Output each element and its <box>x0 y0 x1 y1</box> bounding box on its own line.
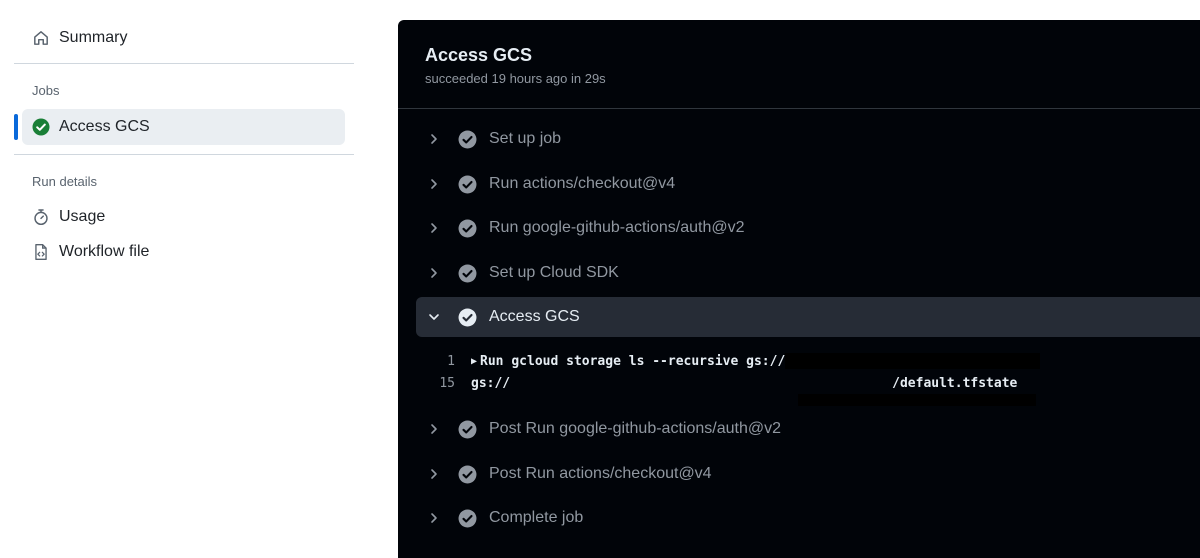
sidebar-item-summary[interactable]: Summary <box>22 20 345 56</box>
step-row[interactable]: Set up job <box>416 119 1200 159</box>
job-title: Access GCS <box>425 45 533 65</box>
check-circle-icon <box>458 264 477 283</box>
expand-triangle-icon[interactable]: ▶ <box>471 356 477 367</box>
sidebar-item-label: Summary <box>59 29 128 46</box>
check-circle-icon <box>458 509 477 528</box>
step-row-expanded[interactable]: Access GCS <box>416 297 1200 337</box>
step-label: Post Run google-github-actions/auth@v2 <box>489 420 781 437</box>
line-number: 15 <box>439 375 455 391</box>
step-label: Set up Cloud SDK <box>489 264 619 281</box>
sidebar-item-label: Usage <box>59 208 106 225</box>
step-row[interactable]: Run google-github-actions/auth@v2 <box>416 208 1200 248</box>
chevron-right-icon <box>427 511 441 525</box>
stopwatch-icon <box>32 208 50 226</box>
redacted-region <box>510 375 893 391</box>
step-label: Complete job <box>489 509 584 526</box>
jobs-heading: Jobs <box>32 83 60 98</box>
line-number: 1 <box>447 353 455 369</box>
step-label: Set up job <box>489 130 562 147</box>
chevron-right-icon <box>427 132 441 146</box>
log-line-text: gs:// <box>471 375 511 391</box>
step-row[interactable]: Set up Cloud SDK <box>416 253 1200 293</box>
check-circle-icon <box>458 465 477 484</box>
home-icon <box>32 29 50 47</box>
chevron-right-icon <box>427 467 441 481</box>
chevron-right-icon <box>427 266 441 280</box>
step-label: Run google-github-actions/auth@v2 <box>489 219 745 236</box>
check-circle-icon <box>458 219 477 238</box>
divider <box>14 154 354 155</box>
log-line-suffix: /default.tfstate <box>892 375 1018 391</box>
sidebar-item-label: Workflow file <box>59 243 150 260</box>
step-label: Access GCS <box>489 308 580 325</box>
sidebar-item-workflow-file[interactable]: Workflow file <box>22 234 345 270</box>
step-label: Run actions/checkout@v4 <box>489 175 676 192</box>
step-row[interactable]: Post Run google-github-actions/auth@v2 <box>416 409 1200 449</box>
log-line[interactable]: 15 gs:// /default.tfstate <box>398 373 1017 393</box>
check-circle-icon <box>458 130 477 149</box>
file-code-icon <box>32 243 50 261</box>
redacted-region <box>785 353 1041 369</box>
chevron-down-icon <box>427 310 441 324</box>
log-line-text: Run gcloud storage ls --recursive gs:// <box>480 353 786 369</box>
chevron-right-icon <box>427 422 441 436</box>
chevron-right-icon <box>427 177 441 191</box>
step-row[interactable]: Post Run actions/checkout@v4 <box>416 454 1200 494</box>
step-row[interactable]: Complete job <box>416 498 1200 538</box>
job-log-panel: Access GCS succeeded 19 hours ago in 29s… <box>398 20 1200 558</box>
sidebar-item-usage[interactable]: Usage <box>22 199 345 235</box>
sidebar: Summary Jobs Access GCS Run details Usag… <box>0 0 370 558</box>
step-label: Post Run actions/checkout@v4 <box>489 465 712 482</box>
check-circle-icon <box>458 308 477 327</box>
redacted-region <box>798 394 1036 406</box>
check-circle-icon <box>32 118 50 136</box>
sidebar-item-job[interactable]: Access GCS <box>22 109 345 145</box>
divider <box>14 63 354 64</box>
sidebar-item-label: Access GCS <box>59 118 150 135</box>
step-row[interactable]: Run actions/checkout@v4 <box>416 164 1200 204</box>
run-details-heading: Run details <box>32 174 98 189</box>
chevron-right-icon <box>427 221 441 235</box>
selected-indicator <box>14 114 18 140</box>
log-header: Access GCS succeeded 19 hours ago in 29s <box>398 20 1200 109</box>
check-circle-icon <box>458 420 477 439</box>
check-circle-icon <box>458 175 477 194</box>
log-line[interactable]: 1 ▶ Run gcloud storage ls --recursive gs… <box>398 351 1041 371</box>
job-status: succeeded 19 hours ago in 29s <box>425 71 606 86</box>
